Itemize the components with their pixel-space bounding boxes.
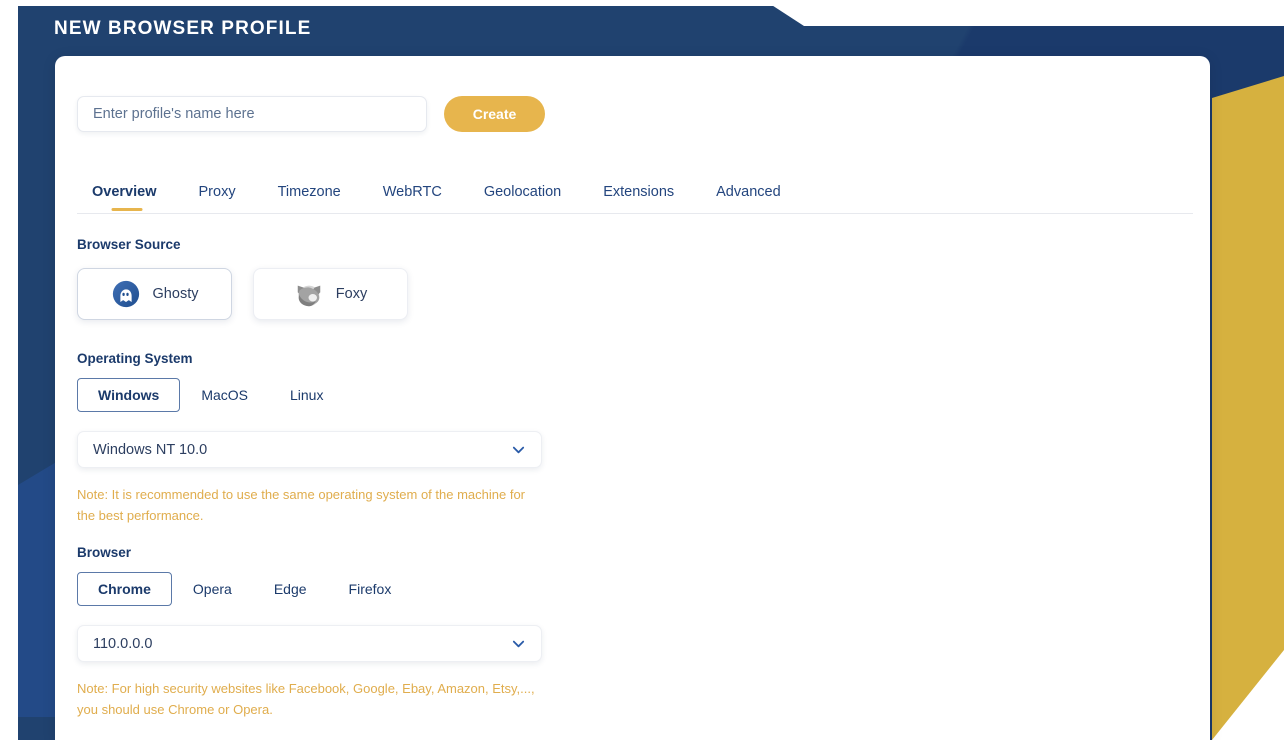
browser-source-label: Browser Source	[77, 237, 181, 252]
app-root: NEW BROWSER PROFILE Create Overview Prox…	[0, 0, 1284, 740]
browser-version-select[interactable]: 110.0.0.0	[77, 625, 542, 662]
browser-source-option-foxy[interactable]: Foxy	[253, 268, 408, 320]
operating-system-note: Note: It is recommended to use the same …	[77, 487, 525, 524]
tab-timezone[interactable]: Timezone	[257, 184, 362, 213]
operating-system-options: Windows MacOS Linux	[77, 378, 344, 412]
operating-system-label: Operating System	[77, 351, 193, 366]
ghost-icon	[112, 280, 139, 308]
os-option-windows[interactable]: Windows	[77, 378, 181, 412]
browser-option-firefox[interactable]: Firefox	[328, 572, 413, 606]
page-title: NEW BROWSER PROFILE	[54, 18, 312, 39]
os-option-linux[interactable]: Linux	[269, 378, 344, 412]
browser-source-label-foxy: Foxy	[335, 286, 368, 302]
top-right-diagonal-cut	[764, 0, 1284, 26]
tab-proxy[interactable]: Proxy	[178, 184, 257, 213]
os-version-select[interactable]: Windows NT 10.0	[77, 431, 542, 468]
gold-accent-band	[1212, 76, 1284, 740]
browser-version-value: 110.0.0.0	[93, 635, 153, 652]
tab-advanced[interactable]: Advanced	[695, 184, 802, 213]
browser-option-opera[interactable]: Opera	[172, 572, 253, 606]
tab-overview[interactable]: Overview	[77, 184, 178, 213]
browser-options: Chrome Opera Edge Firefox	[77, 572, 412, 606]
browser-note: Note: For high security websites like Fa…	[77, 681, 535, 718]
profile-card: Create Overview Proxy Timezone WebRTC Ge…	[55, 56, 1210, 740]
browser-source-option-ghosty[interactable]: Ghosty	[77, 268, 232, 320]
browser-option-edge[interactable]: Edge	[253, 572, 328, 606]
os-option-macos[interactable]: MacOS	[180, 378, 269, 412]
tab-bar: Overview Proxy Timezone WebRTC Geolocati…	[77, 174, 1193, 214]
create-button[interactable]: Create	[444, 96, 545, 132]
chevron-down-icon	[512, 640, 525, 648]
chevron-down-icon	[512, 446, 525, 454]
fox-icon	[297, 285, 321, 307]
profile-name-row: Create	[77, 96, 545, 132]
browser-label: Browser	[77, 545, 132, 560]
tab-extensions[interactable]: Extensions	[582, 184, 695, 213]
browser-source-label-ghosty: Ghosty	[152, 286, 199, 302]
tab-webrtc[interactable]: WebRTC	[362, 184, 463, 213]
browser-option-chrome[interactable]: Chrome	[77, 572, 172, 606]
os-version-value: Windows NT 10.0	[93, 441, 208, 458]
browser-source-options: Ghosty Foxy	[77, 268, 408, 320]
profile-name-input[interactable]	[77, 96, 427, 132]
tab-geolocation[interactable]: Geolocation	[463, 184, 582, 213]
